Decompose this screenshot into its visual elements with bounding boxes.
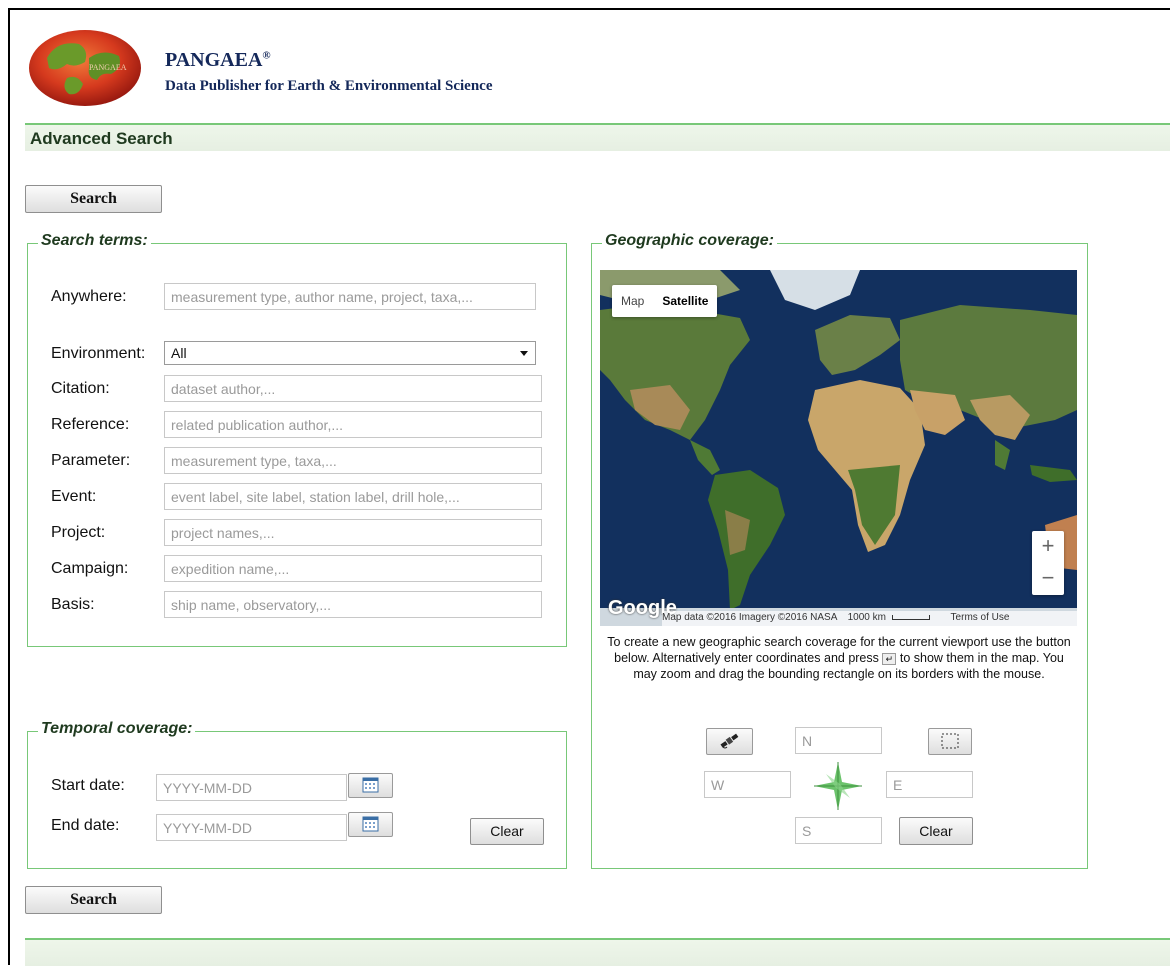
east-input[interactable]: E <box>886 771 973 798</box>
geographic-help-text: To create a new geographic search covera… <box>602 634 1076 682</box>
terms-of-use-link[interactable]: Terms of Use <box>951 612 1010 623</box>
parameter-input[interactable]: measurement type, taxa,... <box>164 447 542 474</box>
event-label: Event: <box>51 488 97 505</box>
reference-label: Reference: <box>51 416 130 433</box>
map-data-credit: Map data ©2016 Imagery ©2016 NASA <box>662 612 837 623</box>
environment-select[interactable]: All <box>164 341 536 365</box>
start-date-calendar-button[interactable] <box>348 773 393 798</box>
map-type-map-button[interactable]: Map <box>612 285 653 317</box>
citation-label: Citation: <box>51 380 110 397</box>
scale-bar-icon <box>891 615 930 620</box>
use-viewport-button[interactable] <box>706 728 753 755</box>
show-in-map-icon: ↵ <box>882 652 897 665</box>
event-input[interactable]: event label, site label, station label, … <box>164 483 542 510</box>
chevron-down-icon <box>520 351 528 356</box>
anywhere-label: Anywhere: <box>51 288 127 305</box>
search-terms-legend: Search terms: <box>38 232 151 250</box>
draw-rectangle-button[interactable] <box>928 728 972 755</box>
map-scale: 1000 km <box>847 612 886 623</box>
satellite-icon <box>720 733 739 749</box>
environment-value: All <box>171 345 187 361</box>
geographic-clear-button[interactable]: Clear <box>899 817 973 845</box>
map-type-control: Map Satellite <box>612 285 718 317</box>
zoom-control: + − <box>1032 531 1064 595</box>
project-label: Project: <box>51 524 106 541</box>
brand-subtitle: Data Publisher for Earth & Environmental… <box>165 78 493 94</box>
world-map-image <box>600 270 1077 626</box>
pangaea-logo[interactable]: PANGAEA <box>27 28 143 108</box>
north-input[interactable]: N <box>795 727 882 754</box>
end-date-input[interactable]: YYYY-MM-DD <box>156 814 347 841</box>
search-button-top[interactable]: Search <box>25 185 162 213</box>
svg-text:PANGAEA: PANGAEA <box>89 63 127 72</box>
footer-bar <box>25 938 1170 966</box>
south-input[interactable]: S <box>795 817 882 844</box>
search-button-bottom[interactable]: Search <box>25 886 162 914</box>
map-attribution: Map data ©2016 Imagery ©2016 NASA 1000 k… <box>662 611 1077 626</box>
campaign-label: Campaign: <box>51 560 129 577</box>
basis-input[interactable]: ship name, observatory,... <box>164 591 542 618</box>
map-attribution-bar: Map data ©2016 Imagery ©2016 NASA 1000 k… <box>600 611 1077 626</box>
start-date-input[interactable]: YYYY-MM-DD <box>156 774 347 801</box>
campaign-input[interactable]: expedition name,... <box>164 555 542 582</box>
brand-title: PANGAEA® <box>165 49 271 71</box>
start-date-label: Start date: <box>51 777 125 794</box>
end-date-calendar-button[interactable] <box>348 812 393 837</box>
project-input[interactable]: project names,... <box>164 519 542 546</box>
geographic-coverage-legend: Geographic coverage: <box>602 232 777 250</box>
anywhere-input[interactable]: measurement type, author name, project, … <box>164 283 536 310</box>
compass-rose-icon <box>814 762 862 810</box>
advanced-search-header: Advanced Search <box>25 123 1170 151</box>
page-title: Advanced Search <box>30 129 173 148</box>
bounding-box-icon <box>941 733 959 749</box>
satellite-map[interactable]: Map Satellite Google Map data ©2016 Imag… <box>600 270 1077 626</box>
temporal-coverage-legend: Temporal coverage: <box>38 720 196 738</box>
citation-input[interactable]: dataset author,... <box>164 375 542 402</box>
basis-label: Basis: <box>51 596 95 613</box>
calendar-icon <box>362 777 379 793</box>
reference-input[interactable]: related publication author,... <box>164 411 542 438</box>
map-type-satellite-button[interactable]: Satellite <box>653 285 717 317</box>
environment-label: Environment: <box>51 345 146 362</box>
zoom-out-button[interactable]: − <box>1032 563 1064 595</box>
west-input[interactable]: W <box>704 771 791 798</box>
calendar-icon <box>362 816 379 832</box>
parameter-label: Parameter: <box>51 452 131 469</box>
temporal-clear-button[interactable]: Clear <box>470 818 544 845</box>
zoom-in-button[interactable]: + <box>1032 531 1064 563</box>
end-date-label: End date: <box>51 817 120 834</box>
